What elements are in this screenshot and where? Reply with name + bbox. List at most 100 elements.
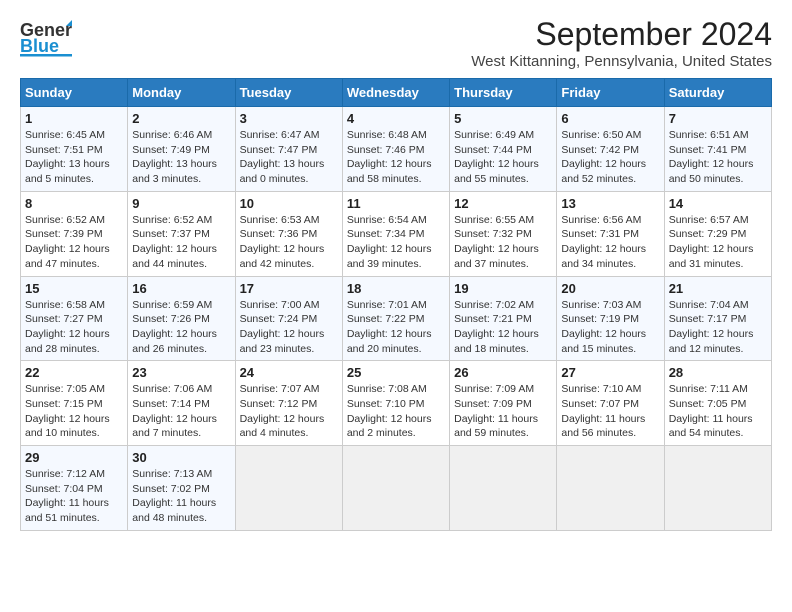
day-info: Sunrise: 6:57 AM Sunset: 7:29 PM Dayligh…	[669, 213, 767, 272]
day-number: 22	[25, 365, 123, 380]
header-saturday: Saturday	[664, 79, 771, 107]
day-info: Sunrise: 6:49 AM Sunset: 7:44 PM Dayligh…	[454, 128, 552, 187]
day-number: 8	[25, 196, 123, 211]
calendar-cell: 16 Sunrise: 6:59 AM Sunset: 7:26 PM Dayl…	[128, 276, 235, 361]
calendar-cell: 19 Sunrise: 7:02 AM Sunset: 7:21 PM Dayl…	[450, 276, 557, 361]
calendar-cell: 10 Sunrise: 6:53 AM Sunset: 7:36 PM Dayl…	[235, 191, 342, 276]
day-number: 1	[25, 111, 123, 126]
day-number: 26	[454, 365, 552, 380]
day-info: Sunrise: 6:52 AM Sunset: 7:37 PM Dayligh…	[132, 213, 230, 272]
day-info: Sunrise: 7:03 AM Sunset: 7:19 PM Dayligh…	[561, 298, 659, 357]
day-number: 29	[25, 450, 123, 465]
calendar-week-row: 15 Sunrise: 6:58 AM Sunset: 7:27 PM Dayl…	[21, 276, 772, 361]
day-info: Sunrise: 6:59 AM Sunset: 7:26 PM Dayligh…	[132, 298, 230, 357]
day-info: Sunrise: 6:45 AM Sunset: 7:51 PM Dayligh…	[25, 128, 123, 187]
day-info: Sunrise: 6:54 AM Sunset: 7:34 PM Dayligh…	[347, 213, 445, 272]
calendar-cell: 13 Sunrise: 6:56 AM Sunset: 7:31 PM Dayl…	[557, 191, 664, 276]
day-number: 6	[561, 111, 659, 126]
day-info: Sunrise: 6:46 AM Sunset: 7:49 PM Dayligh…	[132, 128, 230, 187]
calendar-cell: 6 Sunrise: 6:50 AM Sunset: 7:42 PM Dayli…	[557, 107, 664, 192]
logo: General Blue	[20, 16, 72, 58]
calendar-title: September 2024	[471, 16, 772, 53]
day-info: Sunrise: 7:01 AM Sunset: 7:22 PM Dayligh…	[347, 298, 445, 357]
day-number: 2	[132, 111, 230, 126]
calendar-cell: 8 Sunrise: 6:52 AM Sunset: 7:39 PM Dayli…	[21, 191, 128, 276]
calendar-subtitle: West Kittanning, Pennsylvania, United St…	[471, 53, 772, 70]
day-number: 12	[454, 196, 552, 211]
calendar-table: Sunday Monday Tuesday Wednesday Thursday…	[20, 78, 772, 531]
calendar-week-row: 29 Sunrise: 7:12 AM Sunset: 7:04 PM Dayl…	[21, 446, 772, 531]
logo-icon: General Blue	[20, 16, 72, 58]
day-info: Sunrise: 7:12 AM Sunset: 7:04 PM Dayligh…	[25, 467, 123, 526]
day-number: 18	[347, 281, 445, 296]
header-tuesday: Tuesday	[235, 79, 342, 107]
day-number: 24	[240, 365, 338, 380]
day-info: Sunrise: 7:09 AM Sunset: 7:09 PM Dayligh…	[454, 382, 552, 441]
calendar-header-row: Sunday Monday Tuesday Wednesday Thursday…	[21, 79, 772, 107]
page-header: General Blue September 2024 West Kittann…	[20, 16, 772, 70]
day-info: Sunrise: 6:56 AM Sunset: 7:31 PM Dayligh…	[561, 213, 659, 272]
day-info: Sunrise: 7:08 AM Sunset: 7:10 PM Dayligh…	[347, 382, 445, 441]
calendar-cell: 22 Sunrise: 7:05 AM Sunset: 7:15 PM Dayl…	[21, 361, 128, 446]
calendar-cell: 26 Sunrise: 7:09 AM Sunset: 7:09 PM Dayl…	[450, 361, 557, 446]
day-info: Sunrise: 6:50 AM Sunset: 7:42 PM Dayligh…	[561, 128, 659, 187]
day-number: 19	[454, 281, 552, 296]
calendar-cell: 20 Sunrise: 7:03 AM Sunset: 7:19 PM Dayl…	[557, 276, 664, 361]
day-number: 10	[240, 196, 338, 211]
calendar-cell: 11 Sunrise: 6:54 AM Sunset: 7:34 PM Dayl…	[342, 191, 449, 276]
day-number: 20	[561, 281, 659, 296]
calendar-cell: 9 Sunrise: 6:52 AM Sunset: 7:37 PM Dayli…	[128, 191, 235, 276]
day-number: 5	[454, 111, 552, 126]
calendar-cell	[342, 446, 449, 531]
header-friday: Friday	[557, 79, 664, 107]
calendar-cell: 2 Sunrise: 6:46 AM Sunset: 7:49 PM Dayli…	[128, 107, 235, 192]
day-number: 11	[347, 196, 445, 211]
title-block: September 2024 West Kittanning, Pennsylv…	[471, 16, 772, 70]
calendar-week-row: 1 Sunrise: 6:45 AM Sunset: 7:51 PM Dayli…	[21, 107, 772, 192]
header-sunday: Sunday	[21, 79, 128, 107]
calendar-cell: 14 Sunrise: 6:57 AM Sunset: 7:29 PM Dayl…	[664, 191, 771, 276]
day-info: Sunrise: 6:47 AM Sunset: 7:47 PM Dayligh…	[240, 128, 338, 187]
day-info: Sunrise: 7:04 AM Sunset: 7:17 PM Dayligh…	[669, 298, 767, 357]
day-number: 16	[132, 281, 230, 296]
day-number: 7	[669, 111, 767, 126]
day-info: Sunrise: 6:52 AM Sunset: 7:39 PM Dayligh…	[25, 213, 123, 272]
day-number: 17	[240, 281, 338, 296]
day-number: 23	[132, 365, 230, 380]
calendar-cell: 28 Sunrise: 7:11 AM Sunset: 7:05 PM Dayl…	[664, 361, 771, 446]
day-number: 13	[561, 196, 659, 211]
day-number: 3	[240, 111, 338, 126]
day-info: Sunrise: 7:05 AM Sunset: 7:15 PM Dayligh…	[25, 382, 123, 441]
day-number: 27	[561, 365, 659, 380]
day-info: Sunrise: 6:55 AM Sunset: 7:32 PM Dayligh…	[454, 213, 552, 272]
day-info: Sunrise: 7:02 AM Sunset: 7:21 PM Dayligh…	[454, 298, 552, 357]
day-number: 9	[132, 196, 230, 211]
day-number: 25	[347, 365, 445, 380]
day-number: 21	[669, 281, 767, 296]
calendar-cell: 18 Sunrise: 7:01 AM Sunset: 7:22 PM Dayl…	[342, 276, 449, 361]
calendar-week-row: 8 Sunrise: 6:52 AM Sunset: 7:39 PM Dayli…	[21, 191, 772, 276]
day-info: Sunrise: 6:51 AM Sunset: 7:41 PM Dayligh…	[669, 128, 767, 187]
calendar-cell: 12 Sunrise: 6:55 AM Sunset: 7:32 PM Dayl…	[450, 191, 557, 276]
day-number: 30	[132, 450, 230, 465]
calendar-cell: 30 Sunrise: 7:13 AM Sunset: 7:02 PM Dayl…	[128, 446, 235, 531]
day-info: Sunrise: 7:11 AM Sunset: 7:05 PM Dayligh…	[669, 382, 767, 441]
day-number: 4	[347, 111, 445, 126]
day-number: 15	[25, 281, 123, 296]
day-info: Sunrise: 6:53 AM Sunset: 7:36 PM Dayligh…	[240, 213, 338, 272]
calendar-cell: 23 Sunrise: 7:06 AM Sunset: 7:14 PM Dayl…	[128, 361, 235, 446]
calendar-cell: 4 Sunrise: 6:48 AM Sunset: 7:46 PM Dayli…	[342, 107, 449, 192]
calendar-cell	[235, 446, 342, 531]
day-info: Sunrise: 7:10 AM Sunset: 7:07 PM Dayligh…	[561, 382, 659, 441]
day-number: 28	[669, 365, 767, 380]
calendar-cell	[664, 446, 771, 531]
calendar-cell: 15 Sunrise: 6:58 AM Sunset: 7:27 PM Dayl…	[21, 276, 128, 361]
header-monday: Monday	[128, 79, 235, 107]
day-number: 14	[669, 196, 767, 211]
day-info: Sunrise: 6:58 AM Sunset: 7:27 PM Dayligh…	[25, 298, 123, 357]
svg-text:Blue: Blue	[20, 36, 59, 56]
calendar-cell	[557, 446, 664, 531]
calendar-cell: 3 Sunrise: 6:47 AM Sunset: 7:47 PM Dayli…	[235, 107, 342, 192]
header-thursday: Thursday	[450, 79, 557, 107]
calendar-cell: 25 Sunrise: 7:08 AM Sunset: 7:10 PM Dayl…	[342, 361, 449, 446]
